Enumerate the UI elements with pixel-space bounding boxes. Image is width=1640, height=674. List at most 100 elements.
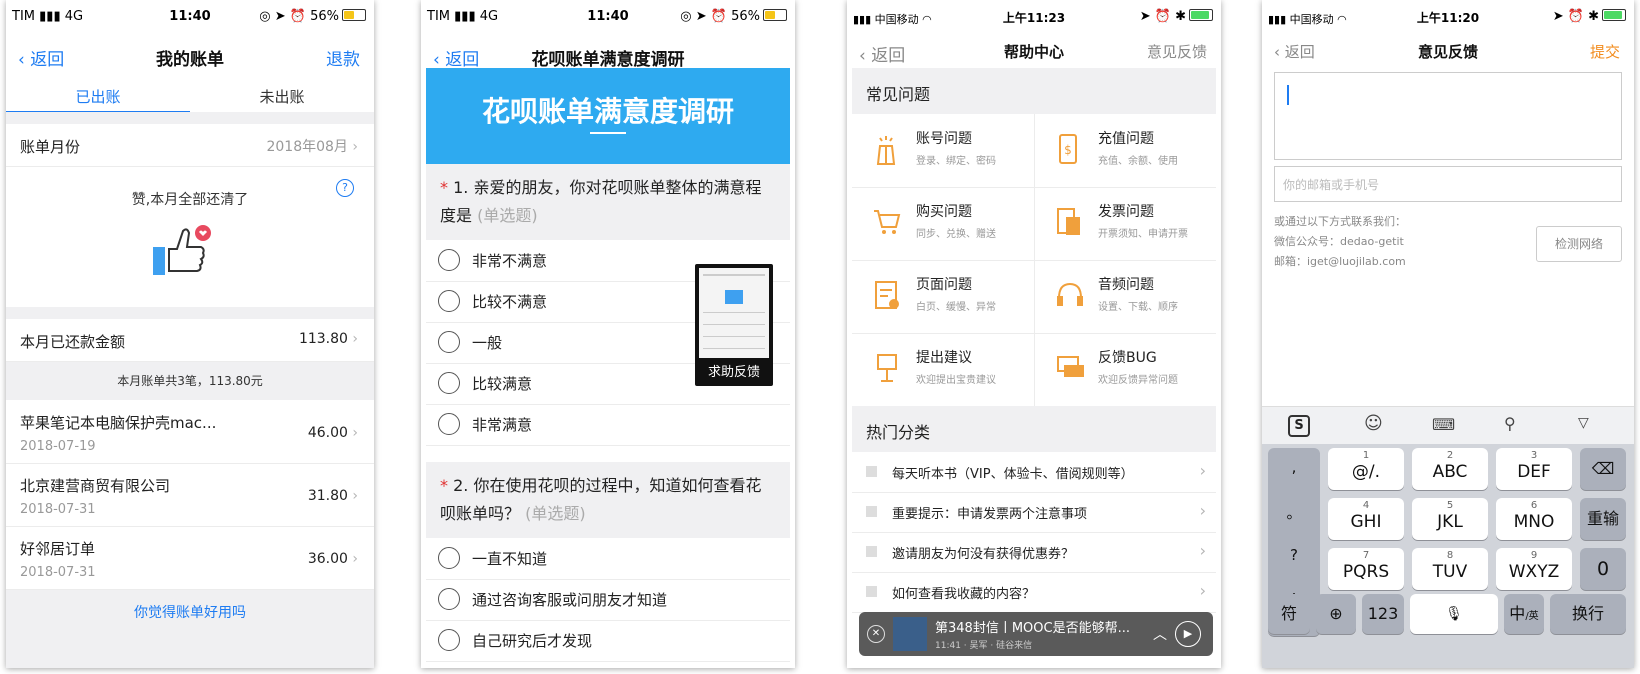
- bill-item[interactable]: 北京建营商贸有限公司 2018-07-31 31.80 ›: [6, 464, 374, 527]
- close-icon[interactable]: ✕: [867, 625, 885, 643]
- help-float-button[interactable]: 求助反馈: [695, 264, 773, 386]
- hot-item[interactable]: 重要提示：申请发票两个注意事项 ›: [852, 492, 1216, 533]
- emoji-icon[interactable]: ☺: [1364, 413, 1383, 434]
- faq-item[interactable]: $ 充值问题 充值、余额、使用: [1034, 114, 1216, 188]
- suggestion-icon: [872, 351, 904, 389]
- hot-item[interactable]: 如何查看我收藏的内容？ ›: [852, 572, 1216, 613]
- option-label: 非常满意: [472, 416, 533, 434]
- option-row[interactable]: 通过咨询客服或问朋友才知道: [426, 579, 790, 621]
- t9-key[interactable]: 5 JKL: [1412, 498, 1488, 540]
- punctuation-key[interactable]: 。: [1268, 502, 1320, 523]
- bill-item[interactable]: 好邻居订单 2018-07-31 36.00 ›: [6, 527, 374, 590]
- bullet-icon: [866, 506, 877, 517]
- t9-key[interactable]: 4 GHI: [1328, 498, 1404, 540]
- sogou-logo-icon[interactable]: S: [1288, 415, 1310, 437]
- faq-item[interactable]: 反馈BUG 欢迎反馈异常问题: [1034, 333, 1216, 407]
- thumbs-up-icon: [153, 225, 211, 275]
- enter-key[interactable]: 换行: [1550, 594, 1626, 634]
- t9-key[interactable]: 8 TUV: [1412, 548, 1488, 590]
- t9-key[interactable]: 2 ABC: [1412, 448, 1488, 490]
- punctuation-key[interactable]: ,: [1268, 458, 1320, 476]
- screen-my-bill: TIM ▮▮▮ 4G 11:40 ◎ ➤ ⏰ 56% ‹ 返回 我的账单 退款 …: [6, 0, 374, 668]
- t9-key-number: 1: [1362, 450, 1370, 461]
- faq-item[interactable]: 购买问题 同步、兑换、赠送: [852, 187, 1035, 261]
- option-label: 一般: [472, 334, 503, 352]
- faq-item[interactable]: 账号问题 登录、绑定、密码: [852, 114, 1035, 188]
- search-icon[interactable]: ⚲: [1504, 414, 1516, 433]
- refund-button[interactable]: 退款: [326, 45, 360, 70]
- tab-settled[interactable]: 已出账: [6, 86, 190, 107]
- radio-button[interactable]: [438, 331, 460, 353]
- faq-item[interactable]: 页面问题 白页、缓慢、异常: [852, 260, 1035, 334]
- check-network-button[interactable]: 检测网络: [1536, 226, 1622, 262]
- radio-button[interactable]: [438, 588, 460, 610]
- radio-button[interactable]: [438, 547, 460, 569]
- punctuation-key[interactable]: ?: [1268, 546, 1320, 564]
- t9-key[interactable]: 3 DEF: [1496, 448, 1572, 490]
- t9-key-letters: ABC: [1432, 462, 1468, 482]
- contact-info-line: 或通过以下方式联系我们：: [1274, 215, 1406, 228]
- tab-unsettled[interactable]: 未出账: [190, 86, 374, 107]
- feedback-textarea[interactable]: [1274, 72, 1622, 160]
- radio-button[interactable]: [438, 249, 460, 271]
- faq-item[interactable]: 提出建议 欢迎提出宝贵建议: [852, 333, 1035, 407]
- screenshot-thumbnail: [699, 268, 769, 358]
- question-2: * 2. 你在使用花呗的过程中，知道如何查看花呗账单吗？ (单选题): [426, 462, 790, 538]
- feedback-link[interactable]: 你觉得账单好用吗: [6, 602, 374, 622]
- language-label: 中: [1509, 604, 1526, 623]
- divider: [6, 307, 374, 319]
- repaid-row[interactable]: 本月已还款金额 113.80 ›: [6, 319, 374, 362]
- chevron-right-icon: ›: [1199, 581, 1206, 600]
- bill-item[interactable]: 苹果笔记本电脑保护壳mac... 2018-07-19 46.00 ›: [6, 401, 374, 464]
- option-row[interactable]: 非常满意: [426, 404, 790, 446]
- t9-key[interactable]: 7 PQRS: [1328, 548, 1404, 590]
- symbol-key[interactable]: 符: [1268, 594, 1310, 634]
- question-hint: (单选题): [525, 504, 586, 523]
- help-icon[interactable]: ?: [336, 179, 354, 197]
- t9-key-letters: TUV: [1432, 562, 1468, 582]
- radio-button[interactable]: [438, 290, 460, 312]
- faq-item[interactable]: 音频问题 设置、下载、顺序: [1034, 260, 1216, 334]
- option-row[interactable]: 自己研究后才发现: [426, 620, 790, 662]
- option-label: 比较满意: [472, 375, 533, 393]
- contact-info-line: 微信公众号：dedao-getit: [1274, 235, 1404, 248]
- feedback-button[interactable]: 意见反馈: [1147, 41, 1207, 62]
- keyboard-icon[interactable]: ⌨: [1432, 415, 1455, 434]
- number-key[interactable]: 123: [1362, 594, 1404, 634]
- t9-key-letters: PQRS: [1342, 562, 1390, 582]
- hot-item[interactable]: 邀请朋友为何没有获得优惠券？ ›: [852, 532, 1216, 573]
- faq-item[interactable]: 发票问题 开票须知、申请开票: [1034, 187, 1216, 261]
- bill-item-name: 苹果笔记本电脑保护壳mac...: [20, 414, 217, 432]
- bill-month-row[interactable]: 账单月份 2018年08月 ›: [6, 124, 374, 167]
- status-bar: ▮▮▮ 中国移动 ◠ 上午11:20 ➤ ⏰ ✱: [1262, 0, 1634, 34]
- t9-key[interactable]: 1 @/.: [1328, 448, 1404, 490]
- audio-player-bar[interactable]: ✕ 第348封信丨MOOC是否能够帮... 11:41 · 吴军 · 硅谷来信 …: [859, 612, 1213, 656]
- globe-icon[interactable]: ⊕: [1316, 594, 1356, 634]
- contact-input[interactable]: 你的邮箱或手机号: [1274, 166, 1622, 202]
- collapse-keyboard-icon[interactable]: ▽: [1578, 415, 1589, 431]
- microphone-icon[interactable]: 🎙: [1410, 594, 1498, 634]
- recharge-icon: $: [1054, 132, 1086, 170]
- reenter-key[interactable]: 重输: [1580, 498, 1626, 540]
- t9-key-letters: GHI: [1350, 512, 1382, 532]
- language-key[interactable]: 中/英: [1504, 594, 1544, 634]
- bill-item-amount: 31.80: [307, 488, 348, 504]
- radio-button[interactable]: [438, 413, 460, 435]
- zero-key[interactable]: 0: [1580, 548, 1626, 590]
- required-star: *: [440, 178, 448, 197]
- play-icon[interactable]: ▶: [1175, 621, 1201, 647]
- chevron-up-icon[interactable]: ︿: [1153, 624, 1167, 644]
- submit-button[interactable]: 提交: [1590, 41, 1620, 62]
- hot-item[interactable]: 每天听本书（VIP、体验卡、借阅规则等） ›: [852, 452, 1216, 493]
- radio-button[interactable]: [438, 629, 460, 651]
- t9-key[interactable]: 6 MNO: [1496, 498, 1572, 540]
- t9-key-letters: WXYZ: [1508, 562, 1560, 582]
- chevron-right-icon: ›: [352, 139, 358, 155]
- chevron-right-icon: ›: [1199, 461, 1206, 480]
- t9-key-number: 8: [1446, 550, 1454, 561]
- t9-key[interactable]: 9 WXYZ: [1496, 548, 1572, 590]
- bug-feedback-icon: [1054, 351, 1086, 389]
- option-row[interactable]: 一直不知道: [426, 538, 790, 580]
- backspace-icon[interactable]: ⌫: [1580, 448, 1626, 490]
- radio-button[interactable]: [438, 372, 460, 394]
